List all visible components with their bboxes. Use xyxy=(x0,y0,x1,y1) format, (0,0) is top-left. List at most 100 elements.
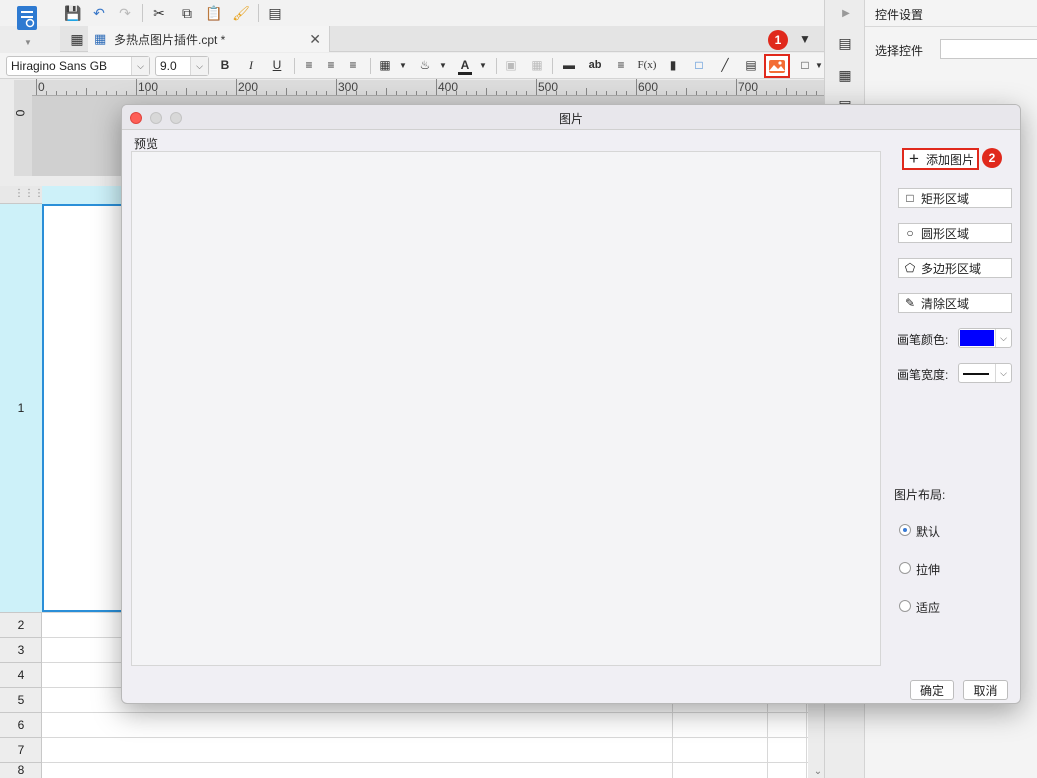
image-icon[interactable]: □ xyxy=(690,56,708,74)
row-label[interactable]: 2 xyxy=(0,618,42,632)
text-box-icon[interactable]: ▤ xyxy=(266,4,284,22)
format-painter-icon[interactable]: 🖌 xyxy=(232,4,250,22)
pen-color-select[interactable]: ⌵ xyxy=(958,328,1012,348)
formula-icon[interactable]: F(x) xyxy=(638,56,657,74)
cancel-button[interactable]: 取消 xyxy=(963,680,1008,700)
rect-region-button[interactable]: □ 矩形区域 xyxy=(898,188,1012,208)
align-right-icon[interactable]: ≡ xyxy=(344,56,362,74)
row-label[interactable]: 1 xyxy=(0,401,42,415)
unmerge-cells-icon[interactable]: ▦ xyxy=(528,56,546,74)
ruler-minor-tick xyxy=(696,91,697,95)
tab-file[interactable]: ▦ 多热点图片插件.cpt * ✕ xyxy=(88,26,330,52)
underline-icon[interactable]: U xyxy=(268,56,286,74)
fill-dropdown-icon[interactable]: ▼ xyxy=(434,56,452,74)
layout-fit-radio[interactable] xyxy=(899,600,911,612)
clear-region-button[interactable]: ✎ 清除区域 xyxy=(898,293,1012,313)
selected-cell[interactable] xyxy=(42,204,122,612)
text-ab-icon[interactable]: ab xyxy=(586,56,604,74)
text-field-icon[interactable]: ▬ xyxy=(560,56,578,74)
rich-text-icon[interactable]: ≡ xyxy=(612,56,630,74)
select-widget-input[interactable] xyxy=(940,39,1037,59)
app-logo[interactable]: ▼ xyxy=(14,4,42,47)
merge-cells-icon[interactable]: ▣ xyxy=(502,56,520,74)
cut-icon[interactable]: ✂ xyxy=(150,4,168,22)
widget-settings-icon[interactable]: ▤ xyxy=(836,34,854,52)
ruler-minor-tick xyxy=(806,91,807,95)
font-size-select[interactable]: 9.0 ⌵ xyxy=(155,56,209,76)
cell-properties-icon[interactable]: ▦ xyxy=(836,66,854,84)
ruler-minor-tick xyxy=(556,91,557,95)
ruler-minor-tick xyxy=(676,91,677,95)
fill-color-icon[interactable]: ♨ xyxy=(416,56,434,74)
polygon-region-label: 多边形区域 xyxy=(921,261,982,276)
row-label[interactable]: 6 xyxy=(0,718,42,732)
redo-icon[interactable]: ↷ xyxy=(116,4,134,22)
font-size-value: 9.0 xyxy=(160,59,177,73)
logo-dropdown-icon[interactable]: ▼ xyxy=(24,38,32,47)
ruler-minor-tick xyxy=(286,88,287,95)
main-toolbar: 💾 ↶ ↷ ✂ ⧉ 📋 🖌 ▤ xyxy=(0,0,824,26)
align-left-icon[interactable]: ≡ xyxy=(300,56,318,74)
ruler-minor-tick xyxy=(356,91,357,95)
close-tab-icon[interactable]: ✕ xyxy=(309,31,321,48)
border-dropdown-icon[interactable]: ▼ xyxy=(394,56,412,74)
row-label[interactable]: 4 xyxy=(0,668,42,682)
layout-default-radio[interactable] xyxy=(899,524,911,536)
bold-icon[interactable]: B xyxy=(216,56,234,74)
row-label[interactable]: 8 xyxy=(0,763,42,777)
undo-icon[interactable]: ↶ xyxy=(90,4,108,22)
circle-region-button[interactable]: ○ 圆形区域 xyxy=(898,223,1012,243)
layout-default-label[interactable]: 默认 xyxy=(916,523,940,540)
preview-area[interactable] xyxy=(131,151,881,666)
ruler-minor-tick xyxy=(226,91,227,95)
row-header-divider xyxy=(0,662,42,663)
pen-width-select[interactable]: ⌵ xyxy=(958,363,1012,383)
paste-icon[interactable]: 📋 xyxy=(205,4,223,22)
italic-icon[interactable]: I xyxy=(242,56,260,74)
tab-dropdown-icon[interactable]: ▼ xyxy=(796,30,814,48)
column-a-header[interactable] xyxy=(42,186,122,204)
insert-image-button[interactable] xyxy=(764,54,790,78)
row-header xyxy=(0,204,42,778)
vertical-ruler: 0 xyxy=(13,80,32,176)
collapse-panel-icon[interactable]: ▶ xyxy=(837,4,855,22)
ruler-minor-tick xyxy=(476,91,477,95)
ruler-minor-tick xyxy=(606,91,607,95)
row-label[interactable]: 7 xyxy=(0,743,42,757)
select-all-icon[interactable]: ⋮⋮⋮ xyxy=(14,188,44,199)
font-color-dropdown-icon[interactable]: ▼ xyxy=(474,56,492,74)
file-tab-label: 多热点图片插件.cpt * xyxy=(114,32,226,47)
dialog-title: 图片 xyxy=(558,112,583,126)
ruler-minor-tick xyxy=(796,91,797,95)
grid-icon[interactable]: ▦ xyxy=(68,30,86,48)
chevron-down-icon: ⌵ xyxy=(995,364,1011,382)
layout-stretch-label[interactable]: 拉伸 xyxy=(916,561,940,578)
font-family-select[interactable]: Hiragino Sans GB ⌵ xyxy=(6,56,150,76)
row-label[interactable]: 5 xyxy=(0,693,42,707)
ruler-minor-tick xyxy=(506,91,507,95)
slash-icon[interactable]: ╱ xyxy=(716,56,734,74)
ruler-minor-tick xyxy=(756,91,757,95)
ruler-minor-tick xyxy=(586,88,587,95)
chart-icon[interactable]: ▮ xyxy=(664,56,682,74)
ruler-major-tick xyxy=(636,79,637,95)
ruler-minor-tick xyxy=(76,91,77,95)
ruler-minor-tick xyxy=(456,91,457,95)
polygon-region-button[interactable]: ⬠ 多边形区域 xyxy=(898,258,1012,278)
border-icon[interactable]: ▦ xyxy=(376,56,394,74)
copy-icon[interactable]: ⧉ xyxy=(178,4,196,22)
polygon-region-icon: ⬠ xyxy=(904,261,916,275)
scroll-down-icon[interactable]: ⌄ xyxy=(809,762,827,778)
step-badge-2: 2 xyxy=(982,148,1002,168)
save-icon[interactable]: 💾 xyxy=(64,4,82,22)
layout-stretch-radio[interactable] xyxy=(899,562,911,574)
ok-button[interactable]: 确定 xyxy=(910,680,954,700)
ruler-minor-tick xyxy=(206,91,207,95)
layout-fit-label[interactable]: 适应 xyxy=(916,599,940,616)
row-label[interactable]: 3 xyxy=(0,643,42,657)
sub-report-icon[interactable]: ▤ xyxy=(742,56,760,74)
ruler-minor-tick xyxy=(156,91,157,95)
ruler-minor-tick xyxy=(316,91,317,95)
align-center-icon[interactable]: ≡ xyxy=(322,56,340,74)
add-image-button[interactable]: + 添加图片 xyxy=(902,148,979,170)
